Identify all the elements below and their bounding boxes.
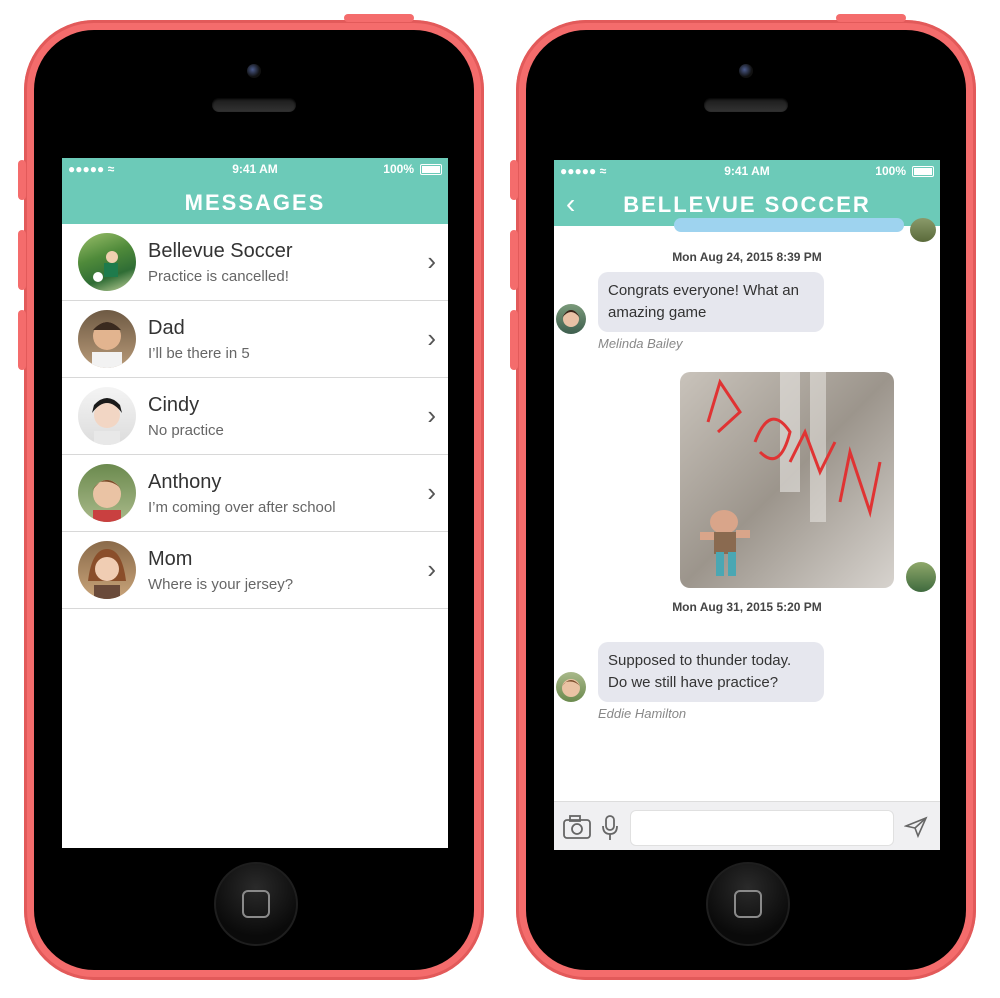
camera-icon	[247, 64, 261, 78]
nav-bar: MESSAGES	[62, 180, 448, 224]
message-text-line: Supposed to thunder today.	[608, 652, 792, 669]
microphone-icon[interactable]	[600, 814, 620, 847]
conversation-name: Bellevue Soccer	[148, 240, 293, 262]
conversation-preview: I’m coming over after school	[148, 499, 336, 516]
timestamp: Mon Aug 24, 2015 8:39 PM	[672, 250, 822, 264]
compose-bar	[554, 801, 940, 850]
camera-lens-icon	[739, 64, 753, 78]
speaker-grille	[212, 98, 296, 112]
chat-thread: Mon Aug 24, 2015 8:39 PM Congrats everyo…	[554, 218, 940, 806]
camera-icon[interactable]	[562, 814, 592, 845]
message-text-line: amazing game	[608, 304, 707, 321]
volume-down-button	[510, 310, 518, 370]
battery-icon	[912, 166, 934, 177]
speaker-grille	[704, 98, 788, 112]
avatar	[556, 672, 586, 702]
partial-message-bubble	[674, 218, 904, 232]
message-input[interactable]	[630, 810, 894, 846]
girl-photo-icon	[78, 387, 136, 445]
conversation-name: Mom	[148, 548, 193, 570]
volume-up-button	[18, 230, 26, 290]
home-square-icon	[734, 890, 762, 918]
send-icon[interactable]	[903, 816, 928, 843]
conversation-name: Dad	[148, 317, 185, 339]
woman-photo-icon	[78, 541, 136, 599]
conversation-preview: I’ll be there in 5	[148, 345, 250, 362]
conversation-preview: Practice is cancelled!	[148, 268, 289, 285]
avatar	[906, 562, 936, 592]
boy-photo-icon	[78, 464, 136, 522]
conversation-row-mom[interactable]: Mom Where is your jersey? ›	[62, 532, 448, 609]
man-photo-icon	[78, 310, 136, 368]
battery-icon	[420, 164, 442, 175]
chevron-right-icon: ›	[427, 400, 436, 430]
power-button	[344, 14, 414, 22]
conversation-row-bellevue-soccer[interactable]: Bellevue Soccer Practice is cancelled! ›	[62, 224, 448, 301]
conversation-name: Anthony	[148, 471, 222, 493]
phone-frame-left: ●●●●● ≈ 9:41 AM 100% MESSAGES Bellevue S…	[18, 14, 484, 980]
mute-switch	[18, 160, 26, 200]
home-button[interactable]	[214, 862, 298, 946]
avatar	[910, 218, 936, 242]
page-title: MESSAGES	[184, 190, 326, 215]
chevron-right-icon: ›	[427, 323, 436, 353]
chat-screen: ●●●●● ≈ 9:41 AM 100% ‹ BELLEVUE SOCCER M…	[554, 160, 940, 850]
message-text-line: Congrats everyone! What an	[608, 282, 799, 299]
battery-percent: 100%	[875, 164, 906, 178]
mute-switch	[510, 160, 518, 200]
soccer-photo-icon	[78, 233, 136, 291]
chevron-right-icon: ›	[427, 246, 436, 276]
chevron-right-icon: ›	[427, 554, 436, 584]
page-title: BELLEVUE SOCCER	[623, 192, 871, 217]
message-bubble: Supposed to thunder today. Do we still h…	[598, 642, 824, 702]
conversation-row-anthony[interactable]: Anthony I’m coming over after school ›	[62, 455, 448, 532]
conversation-preview: Where is your jersey?	[148, 576, 294, 593]
volume-down-button	[18, 310, 26, 370]
home-square-icon	[242, 890, 270, 918]
avatar	[556, 304, 586, 334]
volume-up-button	[510, 230, 518, 290]
conversation-row-dad[interactable]: Dad I’ll be there in 5 ›	[62, 301, 448, 378]
message-text-line: Do we still have practice?	[608, 674, 779, 691]
conversation-name: Cindy	[148, 394, 200, 416]
conversation-preview: No practice	[148, 422, 224, 439]
sender-name: Melinda Bailey	[598, 336, 683, 351]
battery-percent: 100%	[383, 162, 414, 176]
chevron-right-icon: ›	[427, 477, 436, 507]
home-button[interactable]	[706, 862, 790, 946]
conversation-row-cindy[interactable]: Cindy No practice ›	[62, 378, 448, 455]
sender-name: Eddie Hamilton	[598, 706, 687, 721]
shared-photo[interactable]	[680, 372, 894, 588]
messages-screen: ●●●●● ≈ 9:41 AM 100% MESSAGES Bellevue S…	[62, 158, 448, 848]
status-bar: ●●●●● ≈ 9:41 AM 100%	[62, 158, 448, 180]
conversation-list: Bellevue Soccer Practice is cancelled! ›…	[62, 224, 448, 609]
message-bubble: Congrats everyone! What an amazing game	[598, 272, 824, 332]
phone-frame-right: ●●●●● ≈ 9:41 AM 100% ‹ BELLEVUE SOCCER M…	[510, 14, 976, 980]
timestamp: Mon Aug 31, 2015 5:20 PM	[672, 600, 822, 614]
status-bar: ●●●●● ≈ 9:41 AM 100%	[554, 160, 940, 182]
power-button	[836, 14, 906, 22]
